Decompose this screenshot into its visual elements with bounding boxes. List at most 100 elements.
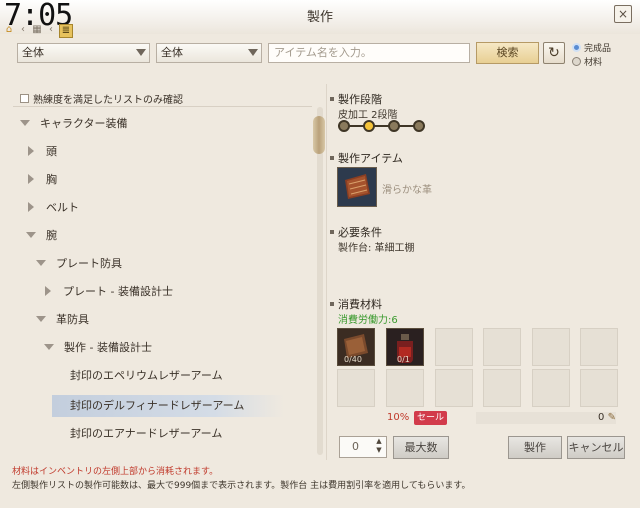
radio-finished[interactable]: 完成品 — [572, 41, 611, 54]
expanded-arrow-icon — [36, 316, 46, 322]
recipe-item-eperium[interactable]: 封印のエペリウムレザーアーム — [70, 365, 223, 387]
radio-material[interactable]: 材料 — [572, 55, 602, 68]
material-slot-8 — [386, 369, 424, 407]
materials-heading: 消費材料 — [330, 296, 382, 312]
checkbox[interactable] — [20, 94, 29, 103]
item-heading: 製作アイテム — [330, 150, 403, 166]
home-icon[interactable]: ⌂ — [3, 24, 15, 36]
recipe-item-aernard[interactable]: 封印のエアナードレザーアーム — [70, 423, 222, 445]
material-slot-2[interactable]: 0/1 — [386, 328, 424, 366]
material-slot-10 — [483, 369, 521, 407]
divider — [13, 106, 312, 107]
requirements-heading: 必要条件 — [330, 224, 382, 240]
refresh-button[interactable]: ↻ — [543, 42, 565, 64]
proficiency-filter[interactable]: 熟練度を満足したリストのみ確認 — [20, 91, 183, 106]
collapsed-arrow-icon — [28, 146, 34, 156]
radio-dot-on — [572, 43, 581, 52]
chevron-down-icon-2 — [248, 49, 258, 56]
bullet-icon — [330, 302, 334, 306]
search-input[interactable]: アイテム名を入力。 — [268, 43, 470, 63]
category-filter-1[interactable]: 全体 — [17, 43, 150, 63]
stage-line — [344, 125, 420, 127]
stage-dot-3 — [388, 120, 400, 132]
tree-item-chest[interactable]: 胸 — [28, 169, 57, 191]
tree-label: キャラクター装備 — [40, 117, 128, 130]
category-filter-1-value: 全体 — [22, 46, 44, 59]
tree-label: プレート防具 — [56, 257, 122, 270]
expanded-arrow-icon — [44, 344, 54, 350]
bullet-icon — [330, 230, 334, 234]
stepper-down-icon[interactable]: ▼ — [373, 446, 385, 455]
tree-label: 胸 — [46, 173, 57, 186]
material-slot-3 — [435, 328, 473, 366]
chevron-left-icon-2: ‹ — [49, 24, 53, 35]
footer-note: 左側製作リストの製作可能数は、最大で999個まで表示されます。製作台 主は費用割… — [12, 481, 471, 491]
cancel-button[interactable]: キャンセル — [567, 436, 625, 459]
scrollbar-thumb[interactable] — [313, 116, 325, 154]
tree-item-leather-designer[interactable]: 製作 - 装備設計士 — [44, 337, 152, 359]
slot-1-count: 0/40 — [344, 355, 362, 364]
slot-2-count: 0/1 — [397, 355, 410, 364]
stage-heading-text: 製作段階 — [338, 93, 382, 106]
collapsed-arrow-icon — [45, 286, 51, 296]
search-button[interactable]: 検索 — [476, 42, 539, 64]
item-name: 滑らかな革 — [382, 185, 432, 196]
tree-item-character-equipment[interactable]: キャラクター装備 — [20, 113, 128, 135]
tree-item-arm[interactable]: 腕 — [26, 225, 57, 247]
leather-icon — [338, 168, 376, 206]
view-switcher: ⌂ ‹ ▦ ‹ ≣ — [3, 24, 73, 38]
requirements-heading-text: 必要条件 — [338, 226, 382, 239]
bullet-icon — [330, 97, 334, 101]
cost-value: 0 ✎ — [598, 412, 616, 423]
stage-text: 皮加工 2段階 — [338, 110, 398, 121]
proficiency-filter-label: 熟練度を満足したリストのみ確認 — [33, 95, 183, 106]
scrollbar-track[interactable] — [317, 107, 323, 455]
bullet-icon — [330, 156, 334, 160]
list-view-icon[interactable]: ≣ — [59, 24, 73, 38]
quantity-stepper[interactable]: ▲ ▼ — [373, 437, 385, 457]
stepper-up-icon[interactable]: ▲ — [373, 437, 385, 446]
max-quantity-button[interactable]: 最大数 — [393, 436, 449, 459]
chevron-down-icon — [136, 49, 146, 56]
pen-icon: ✎ — [607, 412, 616, 423]
expanded-arrow-icon — [26, 232, 36, 238]
requirements-text: 製作台: 革細工棚 — [338, 243, 415, 254]
cost-bar — [476, 412, 616, 424]
leather-item-icon[interactable] — [337, 167, 377, 207]
toolbar: 全体 全体 アイテム名を入力。 検索 ↻ 完成品 材料 — [0, 38, 640, 70]
discount-percent: 10% — [387, 412, 410, 423]
tree-item-head[interactable]: 頭 — [28, 141, 57, 163]
material-slot-9 — [435, 369, 473, 407]
close-button[interactable]: × — [614, 5, 632, 23]
title-bar: 7:05 製作 × ⌂ ‹ ▦ ‹ ≣ — [0, 0, 640, 38]
radio-finished-label: 完成品 — [584, 44, 612, 54]
tree-item-plate-designer[interactable]: プレート - 装備設計士 — [45, 281, 173, 303]
chevron-left-icon: ‹ — [21, 24, 25, 35]
tree-label: 腕 — [46, 229, 57, 242]
cost-number: 0 — [598, 412, 605, 423]
stage-dot-4 — [413, 120, 425, 132]
crafting-window: 7:05 製作 × ⌂ ‹ ▦ ‹ ≣ 全体 全体 アイテム名を入力。 検索 ↻… — [0, 0, 640, 508]
tree-label: プレート - 装備設計士 — [63, 285, 173, 298]
material-slot-6 — [580, 328, 618, 366]
expanded-arrow-icon — [36, 260, 46, 266]
material-slot-12 — [580, 369, 618, 407]
craft-button[interactable]: 製作 — [508, 436, 562, 459]
stage-dot-2 — [363, 120, 375, 132]
tree-item-belt[interactable]: ベルト — [28, 197, 79, 219]
tree-label: 革防具 — [56, 313, 89, 326]
tree-label: 製作 - 装備設計士 — [64, 341, 152, 354]
material-slot-5 — [532, 328, 570, 366]
material-slot-7 — [337, 369, 375, 407]
panel-divider — [326, 84, 327, 460]
grid-view-icon[interactable]: ▦ — [31, 24, 43, 36]
material-slot-1[interactable]: 0/40 — [337, 328, 375, 366]
recipe-item-delfinard[interactable]: 封印のデルフィナードレザーアーム — [70, 395, 244, 417]
category-filter-2[interactable]: 全体 — [156, 43, 262, 63]
tree-item-leather-armor[interactable]: 革防具 — [36, 309, 89, 331]
tree-item-plate-armor[interactable]: プレート防具 — [36, 253, 122, 275]
material-slot-11 — [532, 369, 570, 407]
labor-cost: 消費労働力:6 — [338, 315, 398, 326]
collapsed-arrow-icon — [28, 202, 34, 212]
radio-material-label: 材料 — [584, 58, 603, 68]
